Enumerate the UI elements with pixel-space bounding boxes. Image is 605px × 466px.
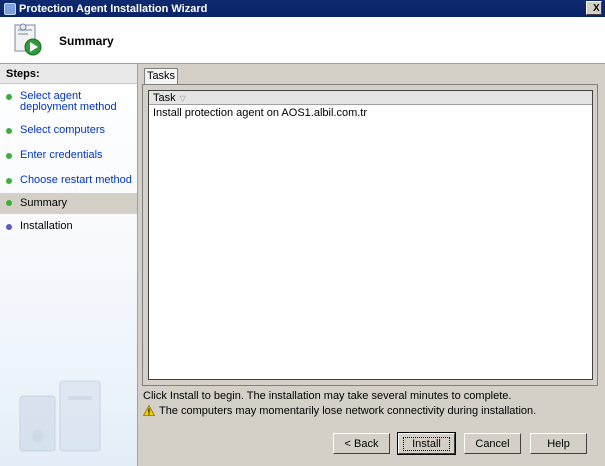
app-icon	[4, 2, 16, 15]
step-label: Choose restart method	[20, 174, 132, 186]
table-row[interactable]: Install protection agent on AOS1.albil.c…	[149, 105, 592, 121]
task-list[interactable]: Task ▽ Install protection agent on AOS1.a…	[148, 90, 593, 380]
step-summary: Summary	[0, 193, 137, 214]
step-complete-icon	[6, 153, 12, 159]
step-label: Enter credentials	[20, 149, 103, 161]
step-complete-icon	[6, 128, 12, 134]
steps-sidebar: Steps: Select agent deployment method Se…	[0, 64, 138, 466]
warning-message: The computers may momentarily lose netwo…	[159, 405, 537, 417]
step-installation: Installation	[0, 218, 137, 235]
close-button[interactable]: X	[586, 1, 602, 15]
tab-tasks[interactable]: Tasks	[144, 68, 178, 84]
window-title: Protection Agent Installation Wizard	[19, 2, 208, 15]
task-column-header[interactable]: Task ▽	[149, 91, 592, 105]
steps-heading: Steps:	[0, 64, 137, 84]
step-enter-credentials[interactable]: Enter credentials	[0, 147, 137, 164]
step-label: Select agent deployment method	[20, 90, 117, 113]
install-label: Install	[403, 436, 450, 451]
sort-arrow-icon: ▽	[179, 94, 186, 103]
tasks-panel: Task ▽ Install protection agent on AOS1.a…	[142, 84, 598, 386]
install-button[interactable]: Install	[397, 432, 456, 455]
step-choose-restart-method[interactable]: Choose restart method	[0, 172, 137, 189]
column-label: Task	[153, 92, 176, 104]
step-current-icon	[6, 200, 12, 206]
step-pending-icon	[6, 224, 12, 230]
servers-illustration-icon	[19, 380, 101, 452]
step-label: Summary	[20, 197, 68, 209]
step-select-computers[interactable]: Select computers	[0, 122, 137, 139]
warning-icon	[143, 405, 155, 416]
page-title: Summary	[59, 34, 114, 48]
cancel-button[interactable]: Cancel	[464, 433, 521, 454]
wizard-header: Summary	[0, 17, 605, 64]
info-message: Click Install to begin. The installation…	[143, 390, 512, 402]
title-bar: Protection Agent Installation Wizard X	[0, 0, 605, 17]
back-button[interactable]: < Back	[333, 433, 390, 454]
step-complete-icon	[6, 94, 12, 100]
step-complete-icon	[6, 178, 12, 184]
step-label: Installation	[20, 220, 73, 232]
step-select-deployment-method[interactable]: Select agent deployment method	[0, 88, 137, 116]
wizard-install-icon	[14, 23, 42, 56]
help-button[interactable]: Help	[530, 433, 587, 454]
step-label: Select computers	[20, 124, 105, 136]
